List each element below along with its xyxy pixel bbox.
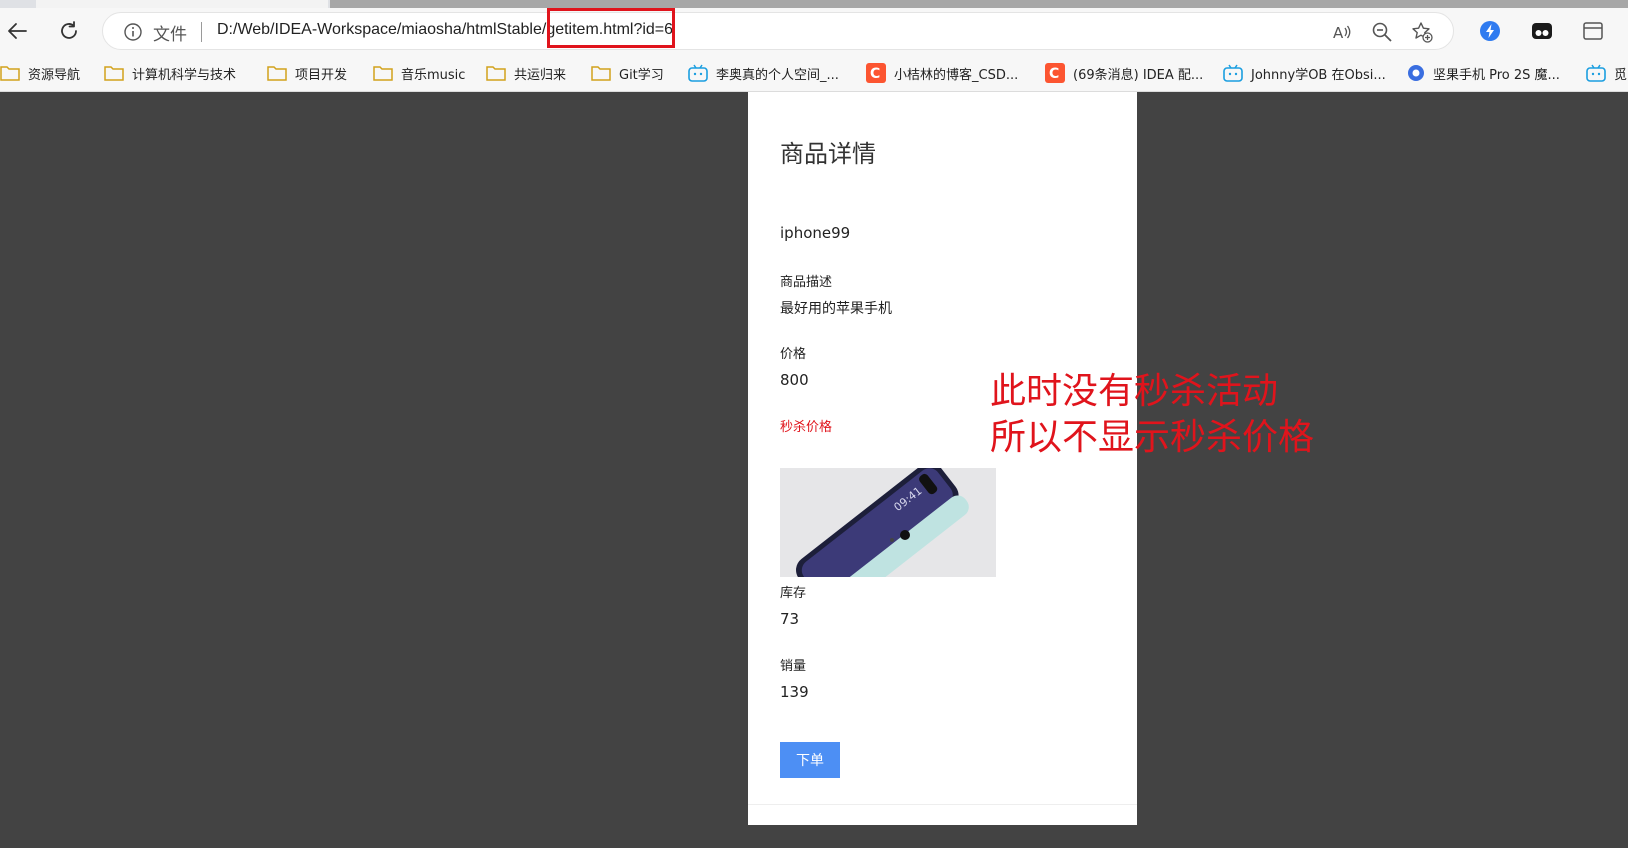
bookmark-item[interactable]: 觅 bbox=[1586, 62, 1627, 84]
bookmark-label: 音乐music bbox=[401, 67, 466, 83]
zoom-out-icon[interactable] bbox=[1371, 21, 1393, 43]
bookmark-item[interactable]: 共运归来 bbox=[486, 62, 566, 84]
window-icon bbox=[1583, 22, 1603, 40]
item-name: iphone99 bbox=[780, 224, 851, 242]
folder-icon bbox=[0, 66, 20, 81]
svg-text:C: C bbox=[870, 66, 880, 82]
annotation-line-2: 所以不显示秒杀价格 bbox=[990, 417, 1315, 458]
sales-label: 销量 bbox=[780, 659, 807, 674]
stock-value: 73 bbox=[780, 610, 800, 628]
bookmark-label: 觅 bbox=[1614, 67, 1628, 83]
lightning-extension-icon bbox=[1480, 21, 1500, 41]
bilibili-icon bbox=[1586, 64, 1606, 82]
tampermonkey-icon bbox=[1532, 23, 1552, 39]
active-tab[interactable] bbox=[36, 0, 328, 8]
reload-icon bbox=[61, 21, 77, 39]
bookmark-label: 小桔林的博客_CSD... bbox=[894, 67, 1019, 83]
add-favorite-icon[interactable] bbox=[1411, 21, 1433, 43]
bookmarks-bar: 资源导航 计算机科学与技术 项目开发 音乐music 共运归来 Git学习 李奥… bbox=[0, 54, 1628, 92]
bookmark-label: Git学习 bbox=[619, 67, 664, 83]
bookmark-item[interactable]: C 小桔林的博客_CSD... bbox=[866, 62, 1018, 84]
window-button[interactable] bbox=[1580, 18, 1606, 44]
bookmark-item[interactable]: 坚果手机 Pro 2S 魔... bbox=[1407, 62, 1560, 84]
description-value: 最好用的苹果手机 bbox=[780, 301, 892, 317]
bookmark-item[interactable]: 音乐music bbox=[373, 62, 465, 84]
bookmark-label: Johnny学OB 在Obsi... bbox=[1251, 67, 1386, 83]
folder-icon bbox=[373, 66, 393, 81]
annotation-line-1: 此时没有秒杀活动 bbox=[990, 371, 1279, 412]
browser-toolbar: 文件 D:/Web/IDEA-Workspace/miaosha/htmlSta… bbox=[0, 8, 1628, 54]
tab-strip-background bbox=[330, 0, 1628, 8]
order-button[interactable]: 下单 bbox=[780, 742, 840, 778]
description-label: 商品描述 bbox=[780, 275, 833, 290]
bookmark-label: 资源导航 bbox=[28, 67, 81, 83]
url-highlight-box bbox=[547, 8, 675, 48]
folder-icon bbox=[486, 66, 506, 81]
bookmark-label: (69条消息) IDEA 配... bbox=[1073, 67, 1204, 83]
card-divider bbox=[748, 804, 1137, 805]
back-arrow-icon bbox=[8, 23, 27, 39]
price-label: 价格 bbox=[780, 347, 807, 362]
csdn-icon: C bbox=[1045, 63, 1065, 83]
extension-button-2[interactable] bbox=[1529, 18, 1555, 44]
extension-button[interactable] bbox=[1477, 18, 1503, 44]
price-value: 800 bbox=[780, 371, 809, 389]
tab-strip bbox=[0, 0, 1628, 8]
bookmark-item[interactable]: Git学习 bbox=[591, 62, 664, 84]
csdn-icon: C bbox=[866, 63, 886, 83]
address-separator bbox=[201, 22, 202, 42]
page-title: 商品详情 bbox=[780, 140, 876, 168]
folder-icon bbox=[267, 66, 287, 81]
address-bar[interactable]: 文件 D:/Web/IDEA-Workspace/miaosha/htmlSta… bbox=[102, 12, 1454, 50]
bookmark-label: 共运归来 bbox=[514, 67, 567, 83]
bookmark-item[interactable]: 资源导航 bbox=[0, 62, 80, 84]
bookmark-item[interactable]: 项目开发 bbox=[267, 62, 347, 84]
site-icon bbox=[1408, 65, 1424, 81]
bookmark-item[interactable]: C (69条消息) IDEA 配... bbox=[1045, 62, 1203, 84]
bilibili-icon bbox=[1223, 64, 1243, 82]
bookmark-label: 李奥真的个人空间_... bbox=[716, 67, 839, 83]
bookmark-item[interactable]: 计算机科学与技术 bbox=[104, 62, 236, 84]
folder-icon bbox=[104, 66, 124, 81]
read-aloud-icon[interactable]: A bbox=[1331, 21, 1353, 43]
stock-label: 库存 bbox=[780, 586, 807, 601]
bookmark-label: 项目开发 bbox=[295, 67, 348, 83]
bookmark-item[interactable]: 李奥真的个人空间_... bbox=[688, 62, 839, 84]
bookmark-label: 计算机科学与技术 bbox=[132, 67, 237, 83]
seckill-price-label: 秒杀价格 bbox=[780, 420, 833, 435]
reload-button[interactable] bbox=[52, 14, 86, 48]
info-icon[interactable] bbox=[123, 22, 143, 42]
bilibili-icon bbox=[688, 64, 708, 82]
file-scheme-label: 文件 bbox=[153, 25, 187, 45]
folder-icon bbox=[591, 66, 611, 81]
back-button[interactable] bbox=[0, 14, 34, 48]
bookmark-label: 坚果手机 Pro 2S 魔... bbox=[1433, 67, 1560, 83]
sales-value: 139 bbox=[780, 683, 809, 701]
bookmark-item[interactable]: Johnny学OB 在Obsi... bbox=[1223, 62, 1386, 84]
svg-text:A: A bbox=[1333, 24, 1344, 42]
product-image: 09:41 bbox=[780, 468, 996, 577]
svg-text:C: C bbox=[1049, 66, 1059, 82]
